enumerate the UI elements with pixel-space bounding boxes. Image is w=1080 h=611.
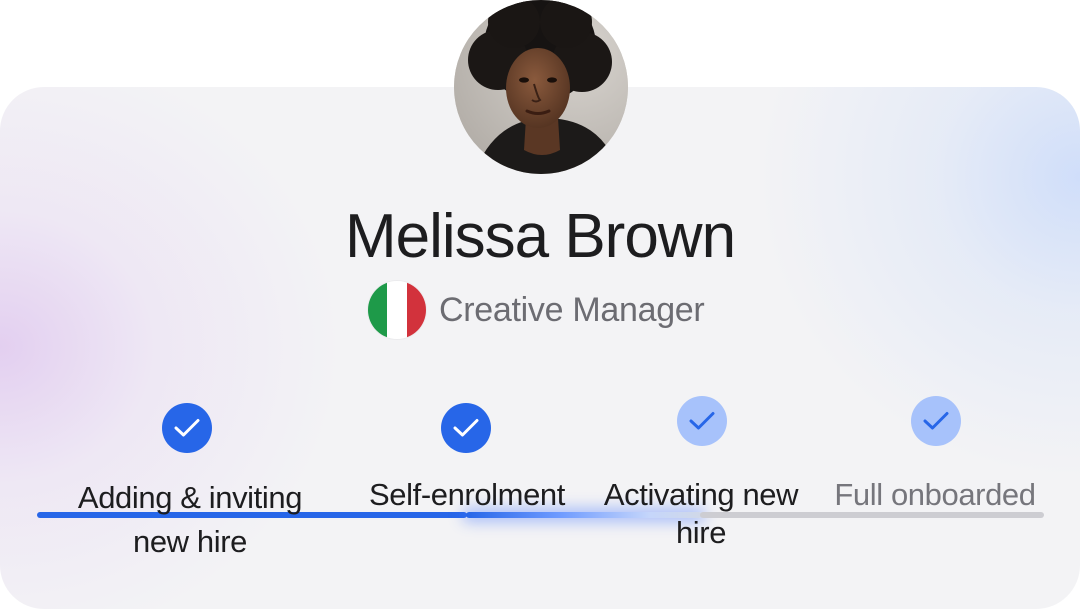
step-4-label: Full onboarded [834, 477, 1036, 512]
check-icon [174, 419, 200, 437]
step-2-indicator [441, 403, 491, 453]
step-1-label: Adding & inviting new hire [77, 480, 303, 559]
check-icon [923, 412, 949, 430]
step-4-indicator [911, 396, 961, 446]
step-1-indicator [162, 403, 212, 453]
step-2-label: Self-enrolment [369, 477, 565, 512]
check-icon [453, 419, 479, 437]
profile-name: Melissa Brown [344, 202, 736, 271]
step-3-label: Activating new hire [603, 477, 799, 550]
profile-role: Creative Manager [439, 290, 705, 329]
avatar [454, 0, 628, 174]
avatar-portrait [454, 0, 628, 174]
check-icon [689, 412, 715, 430]
step-3-indicator [677, 396, 727, 446]
role-row: Creative Manager [368, 280, 705, 340]
italy-flag-icon [368, 281, 426, 339]
